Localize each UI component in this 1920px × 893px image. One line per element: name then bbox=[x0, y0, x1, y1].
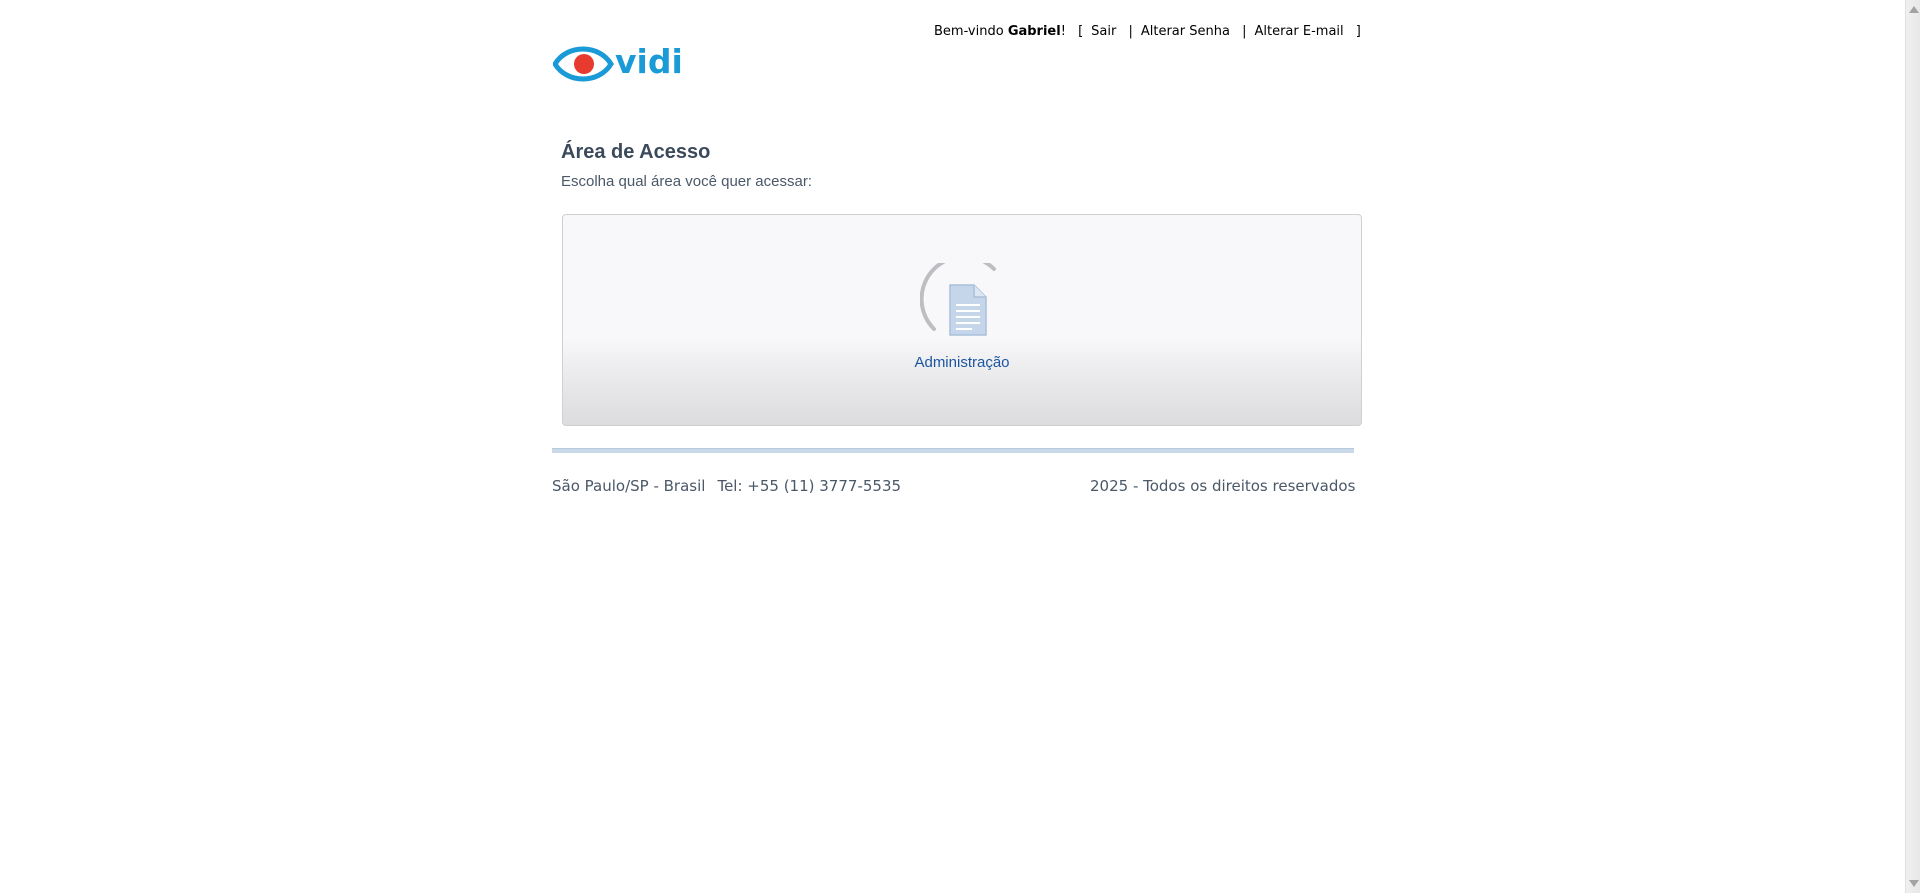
access-area-panel: Administração bbox=[562, 214, 1362, 426]
page-subtitle: Escolha qual área você quer acessar: bbox=[561, 173, 812, 190]
logout-link[interactable]: Sair bbox=[1091, 24, 1116, 39]
area-label[interactable]: Administração bbox=[563, 354, 1361, 371]
footer-copyright: 2025 - Todos os direitos reservados bbox=[1090, 477, 1356, 495]
vertical-scrollbar[interactable] bbox=[1905, 0, 1920, 893]
scroll-down-arrow-icon[interactable] bbox=[1909, 880, 1919, 887]
bracket-open: [ bbox=[1078, 24, 1084, 39]
footer-contact: São Paulo/SP - Brasil Tel: +55 (11) 3777-… bbox=[552, 477, 901, 495]
footer-divider bbox=[552, 448, 1354, 453]
change-email-link[interactable]: Alterar E-mail bbox=[1254, 24, 1343, 39]
area-card-administration[interactable]: Administração bbox=[563, 263, 1361, 371]
page-title: Área de Acesso bbox=[561, 141, 711, 163]
page: vidi Bem-vindo Gabriel! [ Sair | Alterar S… bbox=[0, 0, 1920, 893]
separator: | bbox=[1242, 24, 1247, 39]
bracket-close: ] bbox=[1355, 24, 1361, 39]
welcome-suffix: ! bbox=[1060, 24, 1066, 39]
welcome-prefix: Bem-vindo bbox=[934, 24, 1008, 39]
separator: | bbox=[1128, 24, 1133, 39]
user-name: Gabriel bbox=[1007, 24, 1061, 39]
footer-location: São Paulo/SP - Brasil bbox=[552, 477, 706, 495]
vidi-logo[interactable]: vidi bbox=[553, 40, 683, 88]
logo-text: vidi bbox=[615, 42, 683, 81]
footer-phone: Tel: +55 (11) 3777-5535 bbox=[717, 477, 902, 495]
user-bar: Bem-vindo Gabriel! [Sair | Alterar Senha … bbox=[934, 24, 1369, 39]
change-password-link[interactable]: Alterar Senha bbox=[1141, 24, 1230, 39]
scroll-up-arrow-icon[interactable] bbox=[1909, 6, 1919, 13]
document-icon bbox=[920, 263, 996, 336]
